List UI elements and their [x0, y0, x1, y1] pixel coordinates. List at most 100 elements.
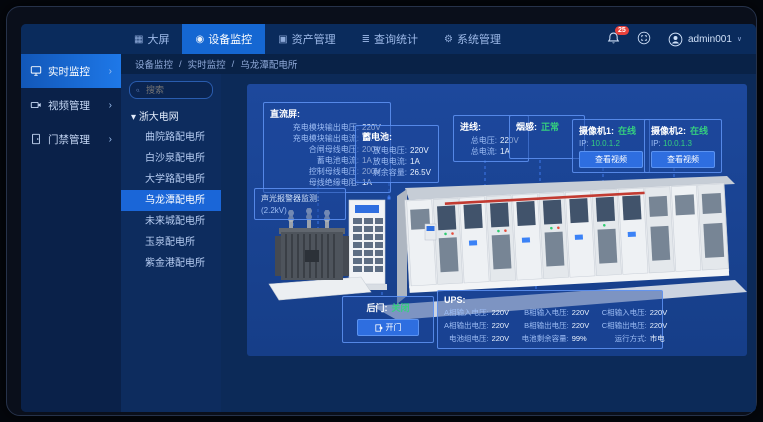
- field-value: 220V: [650, 320, 672, 331]
- smoke-panel-title: 烟感:: [516, 120, 537, 133]
- substation-board: 直流屏: 充电模块输出电压:220V 充电模块输出电流:1A 合闸母线电压:20…: [247, 84, 747, 356]
- header-actions: 25 admin001 ∨: [606, 31, 756, 47]
- field-label: 放电电流:: [362, 156, 407, 167]
- open-door-label: 开门: [386, 322, 402, 333]
- tab-label: 大屏: [147, 31, 169, 47]
- field-label: 放电电压:: [362, 145, 407, 156]
- tree-item[interactable]: 大学路配电所: [121, 169, 221, 190]
- statistics-icon: ≣: [362, 34, 370, 45]
- video-camera-icon: [30, 99, 42, 111]
- breadcrumb-item[interactable]: 设备监控: [135, 57, 173, 71]
- field-label: 总电压:: [460, 135, 497, 146]
- field-label: B相输入电压:: [522, 307, 569, 318]
- search-input[interactable]: [144, 84, 206, 96]
- camera2-panel: 摄像机2: 在线 IP: 10.0.1.3 查看视频: [644, 119, 722, 173]
- device-frame: ▦ 大屏 ◉ 设备监控 ▣ 资产管理 ≣ 查询统计 ⚙ 系统管理: [6, 6, 757, 416]
- field-label: B相输出电压:: [522, 320, 569, 331]
- camera1-view-video-button[interactable]: 查看视频: [579, 151, 643, 168]
- sidebar-item-access-control[interactable]: 门禁管理 ›: [21, 122, 121, 156]
- app-window: ▦ 大屏 ◉ 设备监控 ▣ 资产管理 ≣ 查询统计 ⚙ 系统管理: [21, 24, 756, 412]
- breadcrumb-item[interactable]: 乌龙潭配电所: [240, 57, 297, 71]
- field-value: 220V: [492, 307, 514, 318]
- tree-collapse-caret-icon: ▾: [131, 112, 136, 123]
- breadcrumb: 设备监控 / 实时监控 / 乌龙潭配电所: [121, 54, 756, 74]
- chevron-right-icon: ›: [109, 66, 112, 77]
- tree-item[interactable]: 紫金港配电所: [121, 253, 221, 274]
- breadcrumb-separator: /: [232, 59, 235, 70]
- battery-panel-title: 蓄电池:: [362, 130, 432, 143]
- field-value: 220V: [492, 320, 514, 331]
- tab-query-statistics[interactable]: ≣ 查询统计: [349, 24, 431, 54]
- sidebar-item-realtime-monitor[interactable]: 实时监控 ›: [21, 54, 121, 88]
- tree-item[interactable]: 玉泉配电所: [121, 232, 221, 253]
- tab-device-monitor[interactable]: ◉ 设备监控: [182, 24, 265, 54]
- tree-group-node[interactable]: ▾ 浙大电网: [121, 104, 221, 127]
- camera2-ip-label: IP:: [651, 139, 661, 148]
- user-avatar-icon: [668, 32, 683, 47]
- alarm-value: (2.2kV): [261, 206, 339, 215]
- camera2-view-video-button[interactable]: 查看视频: [651, 151, 715, 168]
- ups-panel: UPS: A相输入电压:220V B相输入电压:220V C相输入电压:220V…: [437, 290, 663, 349]
- field-label: 剩余容量:: [362, 167, 407, 178]
- door-icon: [30, 133, 42, 145]
- dc-panel-title: 直流屏:: [270, 107, 384, 120]
- field-label: 充电模块输出电流:: [270, 133, 359, 144]
- field-label: 合闸母线电压:: [270, 144, 359, 155]
- camera2-ip: 10.0.1.3: [663, 139, 692, 148]
- tree-item-active[interactable]: 乌龙潭配电所: [121, 190, 221, 211]
- field-value: 220V: [492, 333, 514, 344]
- realtime-monitor-icon: [30, 65, 42, 77]
- camera1-ip-label: IP:: [579, 139, 589, 148]
- tab-dashboard[interactable]: ▦ 大屏: [121, 24, 182, 54]
- door-title: 后门:: [366, 301, 387, 314]
- tree-item[interactable]: 白沙泉配电所: [121, 148, 221, 169]
- tab-label: 查询统计: [374, 31, 418, 47]
- tree-item[interactable]: 曲院路配电所: [121, 127, 221, 148]
- door-open-icon: [375, 324, 383, 332]
- alarm-title: 声光报警器监测:: [261, 193, 339, 204]
- field-label: A相输出电压:: [444, 320, 489, 331]
- field-label: 总电流:: [460, 146, 497, 157]
- sidebar-item-label: 实时监控: [48, 64, 90, 79]
- field-value: 99%: [572, 333, 594, 344]
- tab-label: 设备监控: [208, 31, 252, 47]
- ups-run-mode-value: 市电: [650, 333, 672, 344]
- camera1-status: 在线: [618, 124, 636, 137]
- nav-tabs: ▦ 大屏 ◉ 设备监控 ▣ 资产管理 ≣ 查询统计 ⚙ 系统管理: [121, 24, 514, 54]
- tree-search[interactable]: [129, 81, 213, 99]
- tree-group-label: 浙大电网: [139, 112, 179, 123]
- camera1-ip: 10.0.1.2: [591, 139, 620, 148]
- field-label: 母线绝缘电阻:: [270, 177, 359, 188]
- substation-tree-panel: ▾ 浙大电网 曲院路配电所 白沙泉配电所 大学路配电所 乌龙潭配电所 未来城配电…: [121, 74, 221, 412]
- battery-panel: 蓄电池: 放电电压:220V 放电电流:1A 剩余容量:26.5V: [355, 125, 439, 183]
- chevron-down-icon: ∨: [737, 35, 742, 43]
- alarm-monitor-panel: 声光报警器监测: (2.2kV): [254, 188, 346, 220]
- camera1-panel: 摄像机1: 在线 IP: 10.0.1.2 查看视频: [572, 119, 650, 173]
- notification-bell-button[interactable]: 25: [606, 31, 622, 47]
- tab-label: 系统管理: [457, 31, 501, 47]
- tab-system-management[interactable]: ⚙ 系统管理: [431, 24, 514, 54]
- fullscreen-icon: [637, 31, 651, 45]
- field-label: C相输入电压:: [602, 307, 647, 318]
- gear-icon: ⚙: [444, 34, 453, 45]
- tab-asset-management[interactable]: ▣ 资产管理: [265, 24, 348, 54]
- door-control-panel: 后门: 关闭 开门: [342, 296, 434, 343]
- open-door-button[interactable]: 开门: [357, 319, 419, 336]
- field-label: 电池剩余容量:: [522, 333, 569, 344]
- main-content: 直流屏: 充电模块输出电压:220V 充电模块输出电流:1A 合闸母线电压:20…: [221, 74, 756, 412]
- sidebar-item-video-management[interactable]: 视频管理 ›: [21, 88, 121, 122]
- tree-item[interactable]: 未来城配电所: [121, 211, 221, 232]
- field-value: 1A: [410, 156, 432, 167]
- field-value: 220V: [410, 145, 432, 156]
- breadcrumb-separator: /: [179, 59, 182, 70]
- search-icon: [136, 86, 140, 95]
- field-value: 220V: [572, 320, 594, 331]
- fullscreen-button[interactable]: [637, 31, 653, 47]
- user-menu[interactable]: admin001 ∨: [668, 32, 742, 47]
- notification-badge: 25: [615, 26, 629, 35]
- door-status: 关闭: [391, 301, 409, 314]
- breadcrumb-item[interactable]: 实时监控: [188, 57, 226, 71]
- field-label: C相输出电压:: [602, 320, 647, 331]
- chevron-right-icon: ›: [109, 100, 112, 111]
- smoke-status: 正常: [541, 120, 559, 133]
